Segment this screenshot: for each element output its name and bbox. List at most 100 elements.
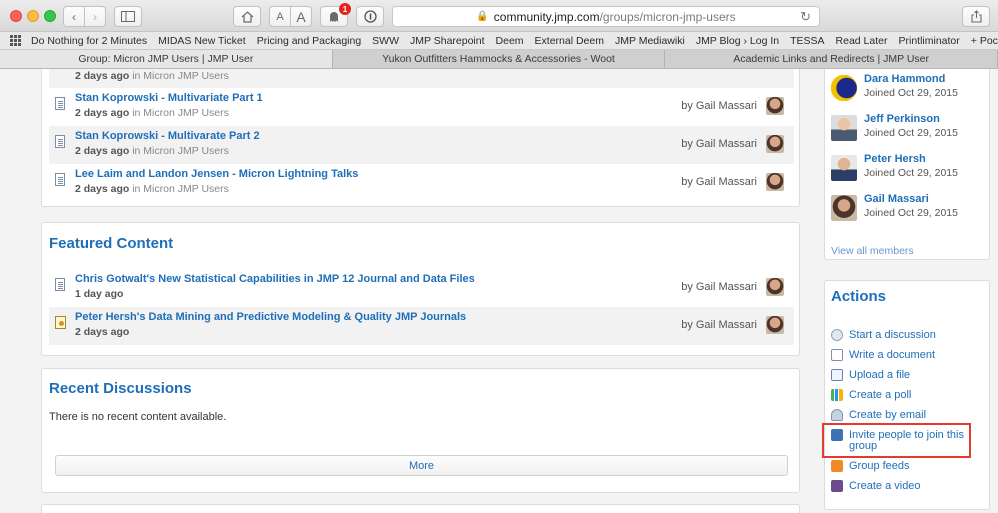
list-item[interactable]: Lee Laim and Landon Jensen - Micron Ligh… (49, 164, 794, 202)
item-author[interactable]: by Gail Massari (681, 138, 757, 150)
section-title: Recent Discussions (49, 380, 192, 397)
bookmark-item[interactable]: Deem (496, 35, 524, 47)
bookmark-item[interactable]: JMP Mediawiki (615, 35, 685, 47)
back-button[interactable]: ‹ (63, 6, 85, 27)
start-discussion-action[interactable]: Start a discussion (831, 328, 981, 346)
font-larger-button[interactable]: A (290, 6, 312, 27)
member-item[interactable]: Peter Hersh Joined Oct 29, 2015 (831, 153, 991, 189)
ghostery-button[interactable]: 1 (320, 3, 351, 27)
list-item[interactable]: Chris Gotwalt's New Statistical Capabili… (49, 269, 794, 307)
bookmark-item[interactable]: SWW (372, 35, 399, 47)
next-section-card (41, 504, 800, 513)
upload-file-action[interactable]: Upload a file (831, 368, 981, 386)
bookmark-item[interactable]: MIDAS New Ticket (158, 35, 246, 47)
member-item[interactable]: Jeff Perkinson Joined Oct 29, 2015 (831, 113, 991, 149)
member-name-link[interactable]: Dara Hammond (864, 73, 945, 85)
avatar[interactable] (831, 75, 857, 101)
close-window-button[interactable] (10, 10, 22, 22)
zoom-window-button[interactable] (44, 10, 56, 22)
item-meta: 2 days ago (75, 326, 130, 338)
lock-icon: 🔒 (476, 11, 489, 22)
list-item[interactable]: Stan Koprowski - Multivarate Part 2 2 da… (49, 126, 794, 164)
bookmark-item[interactable]: + Pocket (971, 35, 998, 47)
list-item[interactable]: Peter Hersh's Data Mining and Predictive… (49, 307, 794, 345)
avatar[interactable] (766, 173, 784, 191)
tab-micron-group[interactable]: Group: Micron JMP Users | JMP User (0, 50, 333, 68)
members-card: Dara Hammond Joined Oct 29, 2015 Jeff Pe… (824, 69, 990, 260)
write-document-action[interactable]: Write a document (831, 348, 981, 366)
group-feeds-action[interactable]: Group feeds (831, 459, 981, 477)
member-name-link[interactable]: Gail Massari (864, 193, 929, 205)
document-icon (831, 349, 843, 361)
member-item[interactable]: Dara Hammond Joined Oct 29, 2015 (831, 73, 991, 109)
member-item[interactable]: Gail Massari Joined Oct 29, 2015 (831, 193, 991, 229)
action-label: Group feeds (849, 460, 910, 472)
action-label: Create a poll (849, 389, 912, 401)
item-author[interactable]: by Gail Massari (681, 281, 757, 293)
actions-title: Actions (831, 288, 887, 305)
bookmark-item[interactable]: External Deem (535, 35, 604, 47)
create-video-action[interactable]: Create a video (831, 479, 981, 497)
avatar[interactable] (831, 155, 857, 181)
notification-badge: 1 (339, 3, 351, 15)
font-small-icon: A (276, 10, 284, 23)
reload-icon[interactable]: ↻ (800, 9, 811, 25)
bookmark-item[interactable]: Do Nothing for 2 Minutes (31, 35, 147, 47)
recent-discussions-card: Recent Discussions There is no recent co… (41, 368, 800, 493)
home-button[interactable] (233, 6, 261, 27)
item-title-link[interactable]: Lee Laim and Landon Jensen - Micron Ligh… (75, 168, 358, 180)
bookmark-item[interactable]: JMP Sharepoint (410, 35, 485, 47)
bookmark-item[interactable]: Read Later (836, 35, 888, 47)
member-name-link[interactable]: Peter Hersh (864, 153, 926, 165)
home-icon (241, 10, 253, 23)
item-author[interactable]: by Gail Massari (681, 100, 757, 112)
member-joined: Joined Oct 29, 2015 (864, 87, 958, 99)
action-label: Upload a file (849, 369, 911, 381)
avatar[interactable] (831, 195, 857, 221)
bookmark-item[interactable]: Pricing and Packaging (257, 35, 361, 47)
chevron-left-icon: ‹ (72, 9, 76, 24)
item-title-link[interactable]: Peter Hersh's Data Mining and Predictive… (75, 311, 466, 323)
item-title-link[interactable]: Stan Koprowski - Multivarate Part 2 (75, 130, 260, 142)
avatar[interactable] (766, 135, 784, 153)
highlight-box (822, 423, 971, 458)
item-title-link[interactable]: Chris Gotwalt's New Statistical Capabili… (75, 273, 475, 285)
item-meta: 2 days ago in Micron JMP Users (75, 145, 229, 157)
address-bar[interactable]: 🔒 community.jmp.com/groups/micron-jmp-us… (392, 6, 820, 27)
share-button[interactable] (962, 6, 990, 27)
tab-academic-links[interactable]: Academic Links and Redirects | JMP User (665, 50, 998, 68)
more-button[interactable]: More (55, 455, 788, 476)
bookmark-item[interactable]: Printliminator (898, 35, 959, 47)
section-title: Featured Content (49, 235, 174, 252)
action-label: Create by email (849, 409, 927, 421)
forward-button[interactable]: › (84, 6, 106, 27)
apps-grid-icon[interactable] (10, 34, 21, 47)
item-author[interactable]: by Gail Massari (681, 176, 757, 188)
view-all-members-link[interactable]: View all members (831, 245, 914, 257)
item-meta: 1 day ago (75, 288, 124, 300)
bookmark-item[interactable]: JMP Blog › Log In (696, 35, 779, 47)
item-meta: 2 days ago in Micron JMP Users (75, 107, 229, 119)
member-name-link[interactable]: Jeff Perkinson (864, 113, 940, 125)
avatar[interactable] (831, 115, 857, 141)
minimize-window-button[interactable] (27, 10, 39, 22)
tab-bar: Group: Micron JMP Users | JMP User Yukon… (0, 50, 998, 69)
action-label: Start a discussion (849, 329, 936, 341)
member-joined: Joined Oct 29, 2015 (864, 207, 958, 219)
sidebar-icon (121, 11, 135, 22)
item-author[interactable]: by Gail Massari (681, 319, 757, 331)
sidebar-toggle-button[interactable] (114, 6, 142, 27)
avatar[interactable] (766, 97, 784, 115)
item-title-link[interactable]: Stan Koprowski - Multivariate Part 1 (75, 92, 263, 104)
password-manager-button[interactable] (356, 6, 384, 27)
font-smaller-button[interactable]: A (269, 6, 291, 27)
avatar[interactable] (766, 278, 784, 296)
rss-feed-icon (831, 460, 843, 472)
bookmark-item[interactable]: TESSA (790, 35, 824, 47)
list-item[interactable]: Stan Koprowski - Multivariate Part 1 2 d… (49, 88, 794, 126)
tab-woot[interactable]: Yukon Outfitters Hammocks & Accessories … (333, 50, 666, 68)
list-item[interactable]: 2 days ago in Micron JMP Users (49, 69, 794, 88)
keyhole-icon (363, 10, 377, 23)
create-poll-action[interactable]: Create a poll (831, 388, 981, 406)
avatar[interactable] (766, 316, 784, 334)
